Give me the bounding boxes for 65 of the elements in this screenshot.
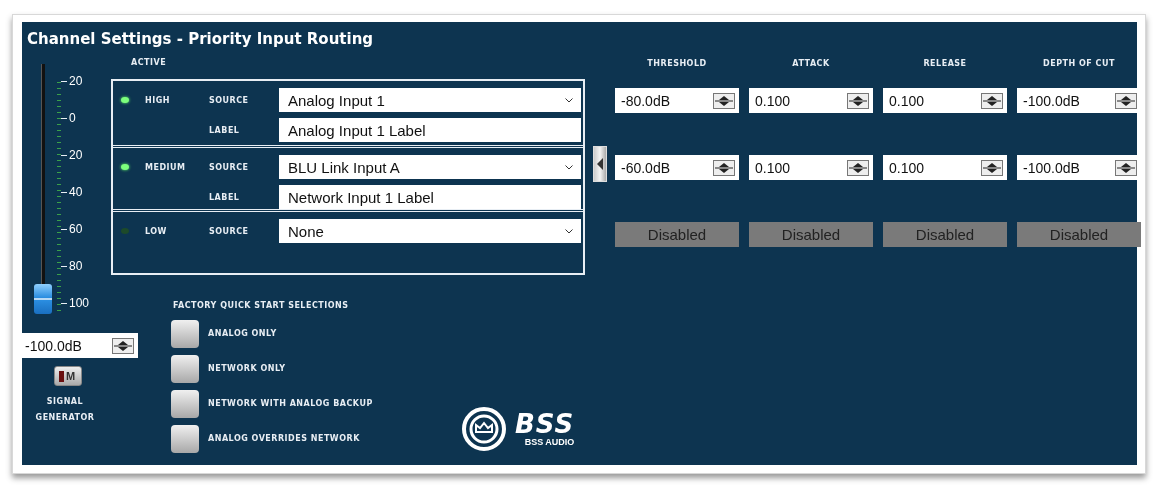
parameter-field: Disabled bbox=[1017, 222, 1141, 247]
logo-caption: BSS AUDIO bbox=[524, 437, 575, 447]
parameter-field[interactable]: 0.100 bbox=[749, 88, 873, 113]
scale-label: 100 bbox=[69, 296, 90, 310]
parameter-field: Disabled bbox=[883, 222, 1007, 247]
label-field[interactable]: Analog Input 1 Label bbox=[279, 118, 581, 142]
column-heading: THRESHOLD bbox=[646, 58, 708, 68]
parameter-field: Disabled bbox=[749, 222, 873, 247]
parameter-field[interactable]: 0.100 bbox=[883, 88, 1007, 113]
source-dropdown[interactable]: BLU Link Input A bbox=[279, 155, 581, 179]
source-caption: SOURCE bbox=[209, 226, 250, 236]
spinner-icon[interactable] bbox=[847, 92, 869, 109]
spinner-icon[interactable] bbox=[981, 159, 1003, 176]
quick-start-label: NETWORK WITH ANALOG BACKUP bbox=[208, 399, 373, 408]
label-caption: LABEL bbox=[209, 192, 241, 202]
spinner-icon[interactable] bbox=[847, 159, 869, 176]
signal-generator-label: SIGNAL GENERATOR bbox=[34, 396, 96, 424]
parameter-field[interactable]: -60.0dB bbox=[615, 155, 739, 180]
left-triangle-icon bbox=[597, 158, 603, 170]
source-caption: SOURCE bbox=[209, 95, 250, 105]
scale-label: 40 bbox=[69, 185, 83, 199]
chevron-icon bbox=[565, 97, 573, 103]
chevron-icon bbox=[565, 164, 573, 170]
quick-start-heading: FACTORY QUICK START SELECTIONS bbox=[173, 301, 350, 310]
spinner-icon[interactable] bbox=[713, 92, 735, 109]
spinner-icon[interactable] bbox=[713, 159, 735, 176]
mute-button[interactable]: M bbox=[54, 366, 82, 386]
scale-label: 20 bbox=[69, 148, 83, 162]
scale-label: 20 bbox=[69, 74, 83, 88]
active-heading: ACTIVE bbox=[131, 58, 168, 69]
quick-start-button[interactable] bbox=[171, 319, 199, 348]
priority-name: LOW bbox=[145, 226, 168, 236]
parameter-field[interactable]: 0.100 bbox=[749, 155, 873, 180]
logo-mark: BSS bbox=[515, 411, 575, 437]
quick-start-label: ANALOG OVERRIDES NETWORK bbox=[208, 434, 360, 443]
quick-start-label: ANALOG ONLY bbox=[208, 329, 277, 338]
quick-start-button[interactable] bbox=[171, 424, 199, 453]
column-heading: ATTACK bbox=[791, 58, 831, 68]
parameter-field[interactable]: -80.0dB bbox=[615, 88, 739, 113]
quick-start-button[interactable] bbox=[171, 389, 199, 418]
crown-icon bbox=[461, 406, 507, 452]
priority-name: MEDIUM bbox=[145, 162, 187, 172]
spinner-icon[interactable] bbox=[1115, 92, 1137, 109]
collapse-button[interactable] bbox=[593, 146, 607, 182]
source-caption: SOURCE bbox=[209, 162, 250, 172]
chevron-icon bbox=[565, 228, 573, 234]
quick-start-label: NETWORK ONLY bbox=[208, 364, 286, 373]
spinner-icon[interactable] bbox=[112, 337, 134, 354]
fader-thumb[interactable] bbox=[34, 284, 52, 314]
gain-field[interactable]: -100.0dB bbox=[22, 333, 138, 358]
spinner-icon[interactable] bbox=[981, 92, 1003, 109]
column-heading: RELEASE bbox=[922, 58, 968, 68]
priority-name: HIGH bbox=[145, 95, 171, 105]
quick-start-button[interactable] bbox=[171, 354, 199, 383]
spinner-icon[interactable] bbox=[1115, 159, 1137, 176]
scale-label: 0 bbox=[69, 111, 76, 125]
scale-label: 60 bbox=[69, 222, 83, 236]
column-heading: DEPTH OF CUT bbox=[1042, 58, 1116, 68]
scale-label: 80 bbox=[69, 259, 83, 273]
label-caption: LABEL bbox=[209, 125, 241, 135]
panel-title: Channel Settings - Priority Input Routing bbox=[27, 30, 375, 50]
parameter-field[interactable]: 0.100 bbox=[883, 155, 1007, 180]
source-dropdown[interactable]: Analog Input 1 bbox=[279, 88, 581, 112]
parameter-field: Disabled bbox=[615, 222, 739, 247]
label-field[interactable]: Network Input 1 Label bbox=[279, 185, 581, 209]
